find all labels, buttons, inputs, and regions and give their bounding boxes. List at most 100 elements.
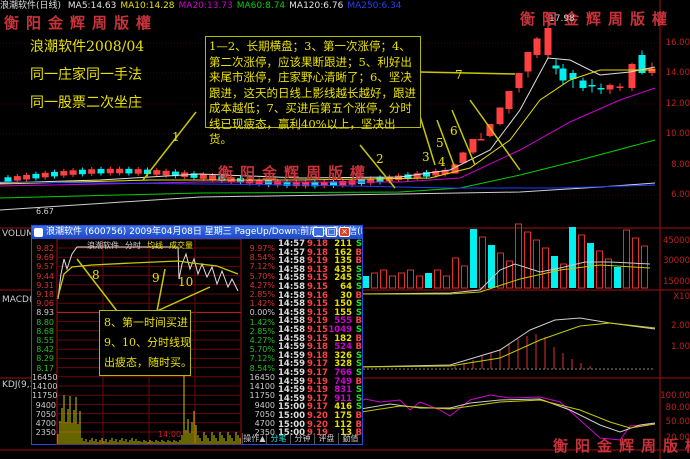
caption-line: 同一股票二次坐庄 [30, 95, 142, 111]
volume-bar [389, 275, 396, 289]
price-axis-label: 8.42 [36, 345, 54, 355]
arrow-label-7: 7 [455, 68, 463, 82]
volume-axis-label: 11750 [249, 391, 275, 401]
kdj-d-line [354, 399, 656, 429]
volume-axis-label: 14100 [32, 382, 58, 392]
volume-bar [407, 269, 414, 289]
volume-bar [533, 239, 540, 289]
intraday-label-9: 9 [152, 271, 160, 285]
candle-body [60, 171, 68, 176]
macd-panel-label: MACD( [2, 295, 33, 305]
intraday-tab[interactable]: 浪潮软件 [87, 241, 119, 250]
candle-body [628, 64, 636, 88]
volume-axis-label: 45000 [662, 236, 690, 246]
volume-axis-label: 9400 [254, 400, 275, 410]
candle-body [209, 175, 217, 180]
price-axis-label: 8.17 [36, 363, 54, 373]
candle-body [106, 168, 114, 174]
candle-body [459, 152, 467, 163]
volume-bar [470, 229, 477, 288]
note-line: 出疲态，随时买。 [104, 356, 192, 369]
candle-body [524, 52, 532, 72]
close-button[interactable]: × [339, 227, 350, 237]
volume-bar [398, 272, 405, 289]
candle-body [552, 65, 560, 69]
maximize-button[interactable]: □ [326, 227, 337, 237]
volume-bar [641, 245, 648, 289]
candle-body [597, 88, 605, 90]
candle-body [505, 91, 513, 109]
volume-bar [479, 236, 486, 289]
tab-3[interactable]: 评盘 [314, 433, 338, 444]
volume-panel-label: VOLUM [2, 229, 35, 239]
arrow-label-6: 6 [450, 124, 458, 138]
macd-dif-line [354, 317, 656, 368]
note-line: 8、第一时间买进 [104, 316, 188, 329]
candle-body [533, 38, 541, 55]
volume-bar [461, 265, 468, 289]
intraday-tab[interactable]: 分时 [125, 241, 141, 250]
volume-bar [380, 269, 387, 289]
watermark-logo: 衡阳金辉周版權 [520, 10, 675, 28]
volume-bar [605, 258, 612, 289]
candle-body [116, 168, 124, 174]
candle-body [579, 80, 587, 88]
arrow-label-2: 2 [376, 152, 384, 166]
tab-2[interactable]: 分钟 [290, 433, 314, 444]
intraday-tab[interactable]: 成交量 [169, 241, 193, 250]
volume-bar [614, 267, 621, 288]
intraday-tab[interactable]: 均线 [147, 241, 163, 250]
candle-body [69, 170, 77, 175]
candle-body [588, 85, 596, 87]
candle-body [544, 28, 552, 55]
volume-bar [362, 276, 369, 288]
price-axis-label: 8.80 [36, 317, 54, 327]
low-price-label: 6.67 [36, 207, 54, 216]
volume-axis-label: 16450 [32, 373, 58, 382]
pct-axis-label: 8.54% [249, 363, 275, 373]
caption-line: 浪潮软件2008/04 [30, 39, 145, 55]
candle-body [515, 73, 523, 88]
intraday-label-8: 8 [92, 268, 100, 282]
volume-axis-label: X10 [673, 292, 690, 302]
pct-axis-label: 0.00% [249, 308, 275, 318]
kdj-k-line [354, 398, 656, 433]
volume-bar [623, 229, 630, 289]
volume-bar [524, 231, 531, 289]
candle-body [496, 107, 504, 124]
note-line: 9、10、分时线现 [104, 336, 191, 349]
candle-body [469, 139, 477, 153]
volume-axis-label: 14100 [249, 382, 275, 392]
price-axis-label: 9.18 [36, 290, 54, 299]
volume-bar [569, 227, 576, 288]
candle-body [78, 169, 86, 175]
kdj-axis-label: 20.00 [665, 433, 690, 443]
intraday-label-10: 10 [178, 275, 194, 289]
tab-4[interactable]: 勤值 [338, 433, 362, 444]
volume-axis-label: 4700 [254, 419, 275, 428]
intraday-popup-window[interactable]: 浪潮软件 (600756) 2009年04月08日 星期三 PageUp/Dow… [31, 225, 363, 445]
intraday-note-box: 8、第一时间买进 9、10、分时线现 出疲态，随时买。 [99, 310, 192, 376]
volume-bar [434, 269, 441, 289]
volume-axis-label: 7050 [35, 409, 56, 419]
pct-axis-label: 1.42% [249, 299, 275, 309]
pct-axis-label: 1.42% [249, 317, 275, 327]
kdj-axis-label: 100.00 [660, 391, 690, 401]
watermark-logo: 衡阳金辉周版權 [4, 14, 159, 32]
volume-bar [578, 234, 585, 289]
volume-axis-label: 15000 [662, 277, 690, 287]
pct-axis-label: 9.97% [249, 244, 275, 253]
pct-axis-label: 4.27% [249, 336, 275, 345]
candle-body [134, 169, 142, 174]
candle-body [162, 170, 170, 176]
time-axis-label: 14:00 [158, 430, 182, 439]
pct-axis-label: 4.27% [249, 280, 275, 290]
minimize-button[interactable]: _ [313, 227, 324, 237]
candle-body [97, 168, 105, 174]
candle-body [23, 174, 31, 180]
annotation-arrow [469, 99, 521, 171]
watermark-logo: 衡阳金辉周版權 [218, 164, 373, 182]
candle-body [41, 172, 49, 178]
arrow-label-1: 1 [172, 130, 180, 144]
tick-list[interactable]: 14:57 9.18 211 S 14:57 9.18 162 B 14:58 9.19 135 B 1… [278, 240, 362, 437]
